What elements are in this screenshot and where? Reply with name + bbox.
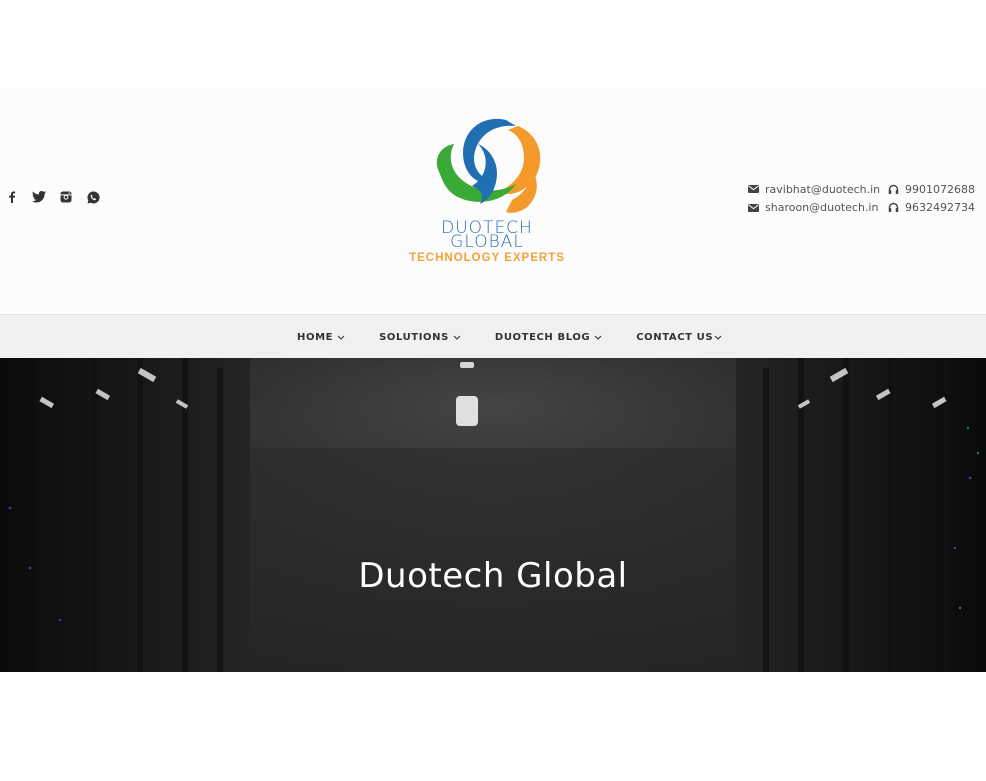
mail-icon — [746, 182, 760, 196]
whatsapp-icon[interactable] — [85, 189, 101, 205]
instagram-icon[interactable] — [58, 189, 74, 205]
chevron-down-icon — [714, 335, 722, 340]
phone-text[interactable]: 9901072688 — [905, 183, 975, 196]
contact-emails: ravibhat@duotech.in sharoon@duotech.in — [746, 180, 880, 217]
headphones-icon — [886, 182, 900, 196]
nav-item-label: HOME — [297, 331, 334, 343]
nav-item-blog[interactable]: DUOTECH BLOG — [495, 332, 602, 343]
duotech-logo[interactable]: DUOTECH GLOBAL TECHNOLOGY EXPERTS — [402, 116, 572, 266]
hero-banner: Duotech Global — [0, 358, 986, 672]
facebook-icon[interactable] — [4, 189, 20, 205]
phone-row[interactable]: 9901072688 — [886, 180, 975, 199]
main-navigation: HOME SOLUTIONS DUOTECH BLOG CONTACT US — [0, 314, 986, 358]
chevron-down-icon — [594, 335, 602, 340]
email-text[interactable]: sharoon@duotech.in — [765, 201, 878, 214]
nav-item-contact[interactable]: CONTACT US — [636, 332, 722, 343]
chevron-down-icon — [337, 335, 345, 340]
logo-tagline: TECHNOLOGY EXPERTS — [409, 252, 565, 264]
contact-phones: 9901072688 9632492734 — [886, 180, 975, 217]
nav-item-label: SOLUTIONS — [379, 331, 449, 343]
email-row[interactable]: sharoon@duotech.in — [746, 199, 880, 218]
nav-item-label: CONTACT US — [636, 331, 714, 343]
nav-item-home[interactable]: HOME — [297, 332, 345, 343]
twitter-icon[interactable] — [31, 189, 47, 205]
server-room-image — [0, 358, 986, 672]
logo-mark-icon — [436, 118, 541, 213]
social-links — [4, 189, 101, 205]
phone-text[interactable]: 9632492734 — [905, 201, 975, 214]
logo-wordmark-line2: GLOBAL — [450, 232, 524, 252]
nav-item-label: DUOTECH BLOG — [494, 331, 591, 343]
headphones-icon — [886, 201, 900, 215]
nav-item-solutions[interactable]: SOLUTIONS — [379, 332, 461, 343]
email-row[interactable]: ravibhat@duotech.in — [746, 180, 880, 199]
email-text[interactable]: ravibhat@duotech.in — [765, 183, 880, 196]
hero-title: Duotech Global — [358, 556, 628, 596]
chevron-down-icon — [453, 335, 461, 340]
site-header: DUOTECH GLOBAL TECHNOLOGY EXPERTS ravibh… — [0, 88, 986, 314]
mail-icon — [746, 201, 760, 215]
top-spacer — [0, 0, 986, 88]
phone-row[interactable]: 9632492734 — [886, 199, 975, 218]
page-bottom-area — [0, 672, 986, 781]
